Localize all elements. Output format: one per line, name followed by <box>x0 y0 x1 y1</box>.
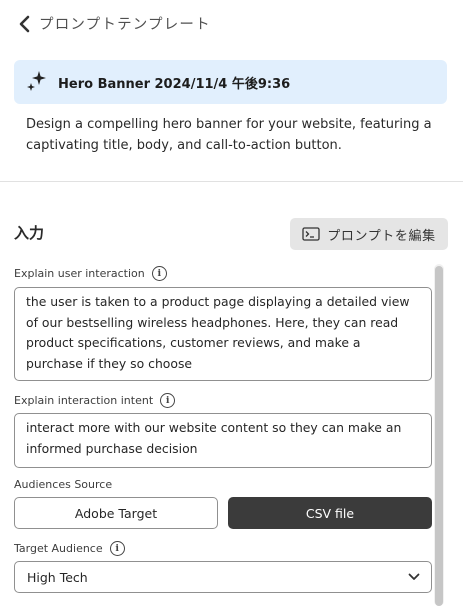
csv-file-option[interactable]: CSV file <box>228 497 432 529</box>
target-audience-label-text: Target Audience <box>14 542 103 555</box>
terminal-icon <box>302 227 320 241</box>
info-icon[interactable]: i <box>109 541 125 556</box>
user-interaction-label-text: Explain user interaction <box>14 267 145 280</box>
chevron-down-icon <box>408 573 420 580</box>
input-section-title: 入力 <box>14 224 45 242</box>
audiences-source-label-text: Audiences Source <box>14 478 113 491</box>
banner-title: Hero Banner 2024/11/4 午後9:36 <box>58 76 291 92</box>
top-bar: プロンプトテンプレート <box>0 0 463 48</box>
user-interaction-textarea[interactable]: the user is taken to a product page disp… <box>14 287 432 381</box>
interaction-intent-textarea[interactable]: interact more with our website content s… <box>14 413 432 468</box>
interaction-intent-label: Explain interaction intent i <box>14 393 176 408</box>
back-link[interactable]: プロンプトテンプレート <box>18 13 211 34</box>
user-interaction-label: Explain user interaction i <box>14 266 167 281</box>
back-label: プロンプトテンプレート <box>39 17 211 33</box>
sparkle-icon <box>27 71 46 91</box>
template-description: Design a compelling hero banner for your… <box>26 117 432 153</box>
info-icon[interactable]: i <box>160 393 176 408</box>
divider <box>0 181 463 182</box>
interaction-intent-label-text: Explain interaction intent <box>14 394 154 407</box>
target-audience-value: High Tech <box>27 569 88 585</box>
prompt-banner: Hero Banner 2024/11/4 午後9:36 <box>14 60 447 104</box>
edit-prompt-label: プロンプトを編集 <box>327 228 436 244</box>
chevron-left-icon <box>19 15 30 32</box>
scrollbar-thumb[interactable] <box>435 266 443 606</box>
audiences-source-label: Audiences Source <box>14 478 112 491</box>
edit-prompt-button[interactable]: プロンプトを編集 <box>290 218 448 250</box>
adobe-target-option[interactable]: Adobe Target <box>14 497 218 529</box>
target-audience-select[interactable]: High Tech <box>14 561 432 593</box>
info-icon[interactable]: i <box>151 266 167 281</box>
target-audience-label: Target Audience i <box>14 541 125 556</box>
